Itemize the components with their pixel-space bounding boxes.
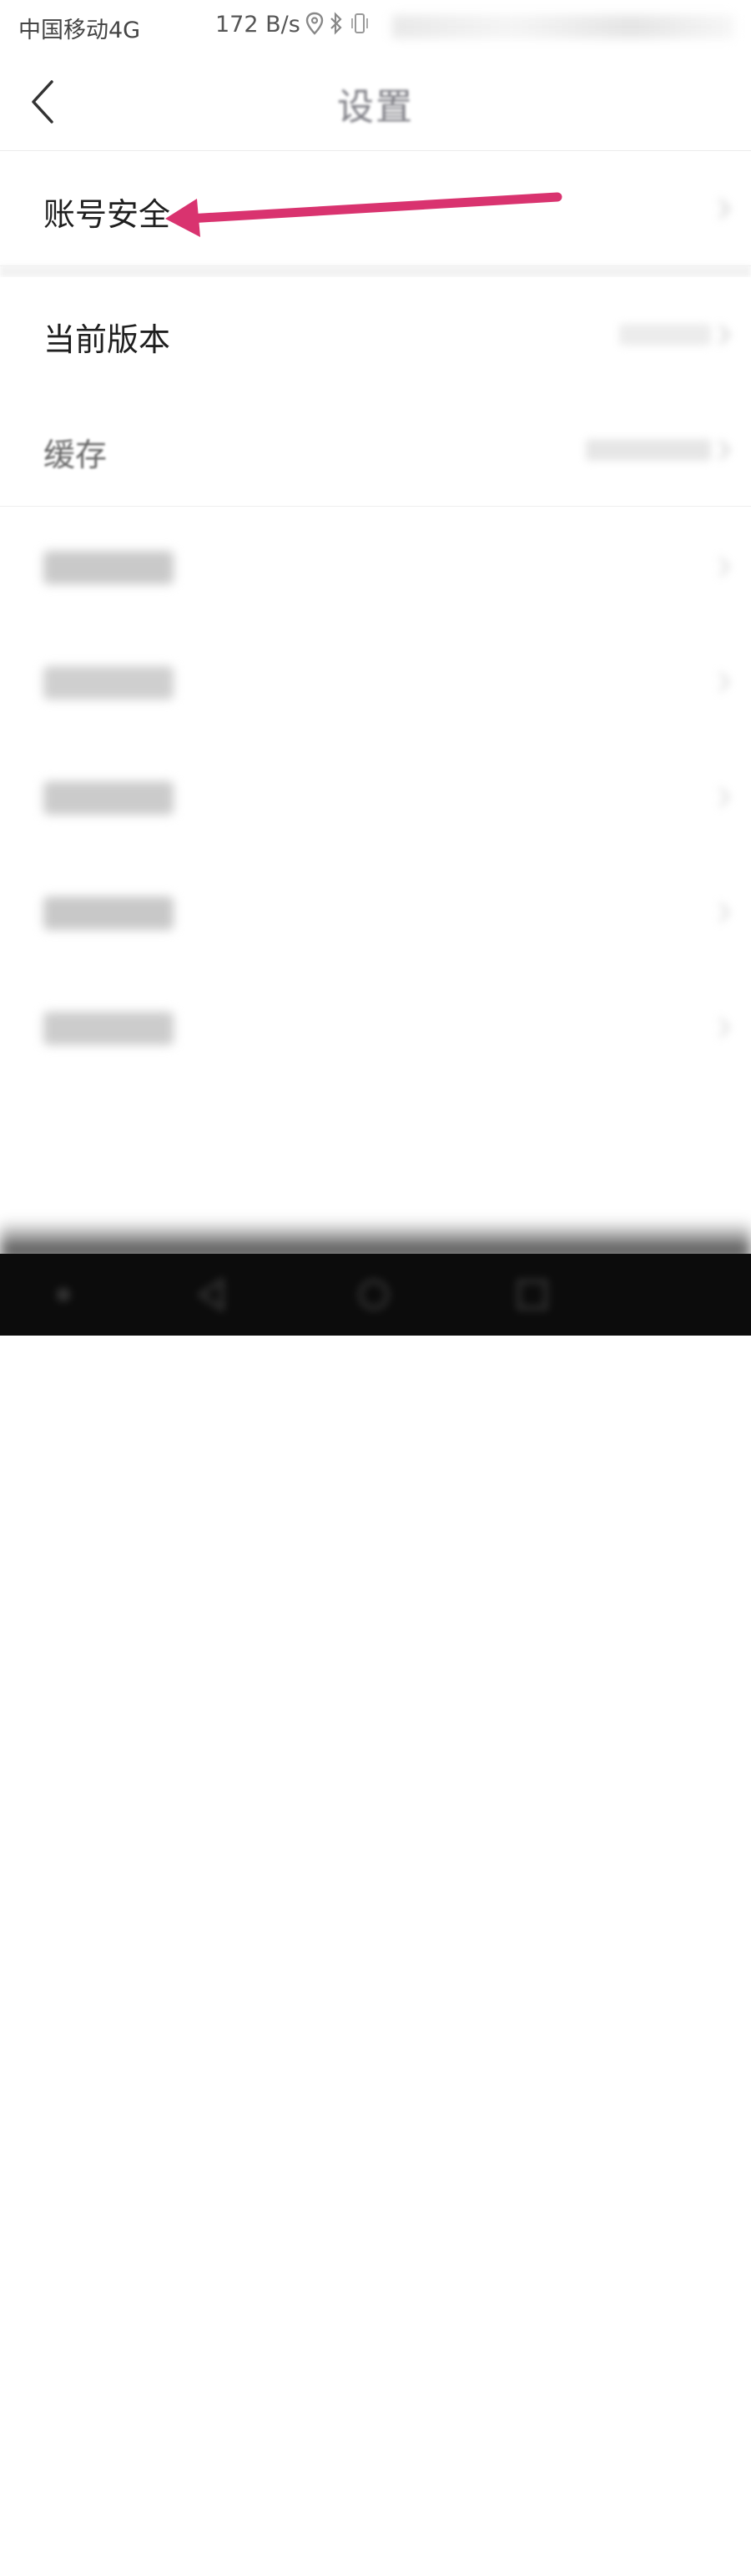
settings-item-label-blurred: [43, 1012, 174, 1045]
system-navigation-bar: Bai 经验 jingyan.baidu.com: [0, 1254, 751, 2576]
watermark-url: jingyan.baidu.com: [566, 2556, 720, 2576]
bluetooth-icon: [330, 12, 342, 35]
section-divider: [0, 265, 751, 277]
cache-label: 缓存: [43, 437, 108, 473]
watermark: Bai 经验 jingyan.baidu.com: [566, 2514, 720, 2576]
chevron-right-icon: [719, 787, 730, 807]
status-bar: 中国移动4G 172 B/s: [0, 0, 751, 53]
account-security-item[interactable]: 账号安全: [0, 152, 751, 266]
account-security-label: 账号安全: [43, 196, 171, 233]
vibrate-icon: [351, 13, 368, 33]
settings-item-blurred-3[interactable]: [0, 740, 751, 856]
version-value-blurred: [619, 324, 711, 346]
recent-apps-icon[interactable]: [509, 1274, 556, 1316]
chevron-right-icon: [719, 325, 730, 345]
settings-item-label-blurred: [43, 781, 174, 815]
status-icons: [305, 12, 370, 35]
chevron-right-icon: [719, 440, 730, 460]
current-version-item[interactable]: 当前版本: [0, 277, 751, 393]
current-version-label: 当前版本: [43, 321, 171, 358]
watermark-brand: Bai 经验: [566, 2519, 682, 2551]
chevron-right-icon: [719, 672, 730, 692]
chevron-right-icon: [719, 199, 730, 219]
location-icon: [305, 12, 324, 35]
status-indicators-blurred: [392, 15, 734, 38]
page-title: 设置: [337, 86, 414, 129]
menu-icon[interactable]: [40, 1274, 87, 1316]
settings-item-blurred-1[interactable]: [0, 509, 751, 625]
header: 设置: [0, 53, 751, 151]
settings-item-blurred-4[interactable]: [0, 855, 751, 971]
chevron-right-icon: [719, 902, 730, 922]
chevron-right-icon: [719, 557, 730, 577]
network-speed: 172 B/s: [215, 12, 300, 38]
settings-item-label-blurred: [43, 551, 174, 584]
settings-item-blurred-2[interactable]: [0, 624, 751, 740]
settings-item-label-blurred: [43, 666, 174, 700]
cache-size-blurred: [586, 439, 711, 461]
carrier-label: 中国移动4G: [18, 18, 141, 43]
settings-item-blurred-5[interactable]: [0, 970, 751, 1085]
settings-item-label-blurred: [43, 897, 174, 930]
back-nav-icon[interactable]: [189, 1274, 235, 1316]
cache-item[interactable]: 缓存: [0, 392, 751, 507]
home-nav-icon[interactable]: [350, 1274, 397, 1316]
chevron-right-icon: [719, 1018, 730, 1038]
